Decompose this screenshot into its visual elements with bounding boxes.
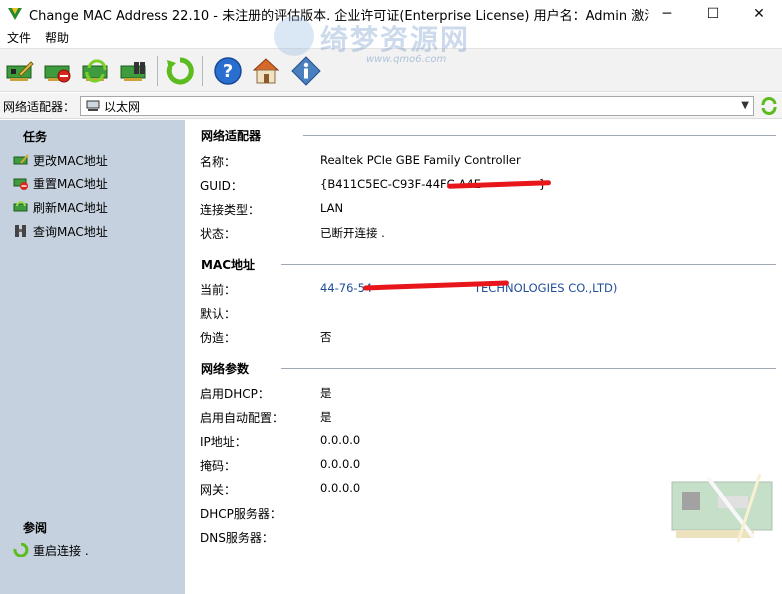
menu-help[interactable]: 帮助: [38, 28, 76, 48]
status-label: 状态：: [200, 227, 237, 241]
connection-type-label: 连接类型：: [200, 203, 261, 217]
dhcp-enabled-value: 是: [320, 386, 332, 400]
reset-mac-icon: [44, 65, 71, 83]
window-title: Change MAC Address 22.10 - 未注册的评估版本. 企业许…: [29, 8, 649, 24]
tasks-heading: 任务: [23, 130, 48, 144]
change-mac-button[interactable]: [4, 55, 36, 87]
task-change-mac-label: 更改MAC地址: [33, 153, 108, 168]
task-reset-mac[interactable]: 重置MAC地址: [13, 173, 108, 193]
query-mac-button[interactable]: [118, 55, 150, 87]
minimize-button[interactable]: ─: [644, 0, 690, 28]
info-icon: [291, 56, 321, 86]
reference-heading: 参阅: [23, 521, 48, 535]
spoofed-value: 否: [320, 330, 332, 344]
close-button[interactable]: ✕: [736, 0, 782, 28]
dhcp-server-label: DHCP服务器：: [200, 507, 282, 521]
network-card-image: [671, 473, 773, 543]
svg-text:?: ?: [223, 61, 233, 82]
home-icon: [252, 58, 280, 84]
maximize-button[interactable]: ☐: [690, 0, 736, 28]
task-query-mac-label: 查询MAC地址: [33, 224, 108, 239]
autoconfig-label: 启用自动配置：: [200, 411, 285, 425]
restart-connection-button[interactable]: [164, 55, 196, 87]
refresh-icon: [761, 97, 777, 115]
ip-address-value: 0.0.0.0: [320, 433, 361, 447]
section-divider: [281, 264, 776, 265]
section-divider: [303, 135, 776, 136]
change-mac-icon: [13, 154, 29, 165]
change-mac-icon: [6, 61, 34, 81]
help-button[interactable]: ?: [212, 55, 244, 87]
home-button[interactable]: [250, 55, 282, 87]
gateway-value: 0.0.0.0: [320, 481, 361, 495]
adapter-value: 以太网: [104, 99, 141, 114]
reset-mac-button[interactable]: [42, 55, 74, 87]
chevron-down-icon[interactable]: ▼: [741, 100, 749, 111]
reference-restart-label: 重启连接 .: [33, 543, 89, 558]
task-reset-mac-label: 重置MAC地址: [33, 176, 108, 191]
current-mac-label: 当前：: [200, 283, 237, 297]
toolbar: ?: [0, 48, 782, 92]
status-value: 已断开连接 .: [320, 226, 385, 240]
task-refresh-mac-label: 刷新MAC地址: [33, 200, 108, 215]
subnet-mask-value: 0.0.0.0: [320, 457, 361, 471]
ip-address-label: IP地址：: [200, 435, 247, 449]
binoculars-icon: [15, 225, 26, 237]
autoconfig-value: 是: [320, 410, 332, 424]
default-mac-label: 默认：: [200, 307, 237, 321]
connection-type-value: LAN: [320, 201, 344, 215]
refresh-mac-icon: [13, 201, 28, 212]
query-mac-icon: [120, 62, 146, 81]
dhcp-enabled-label: 启用DHCP：: [200, 387, 270, 401]
details-panel: 网络适配器 名称： Realtek PCIe GBE Family Contro…: [185, 120, 782, 594]
gateway-label: 网关：: [200, 483, 237, 497]
menu-bar: 文件 帮助: [0, 28, 782, 48]
subnet-mask-label: 掩码：: [200, 459, 237, 473]
task-query-mac[interactable]: 查询MAC地址: [13, 221, 108, 241]
refresh-adapters-button[interactable]: [759, 96, 779, 116]
help-icon: ?: [214, 57, 242, 85]
reference-restart-connection[interactable]: 重启连接 .: [13, 540, 89, 560]
refresh-mac-icon: [82, 59, 108, 83]
app-icon: [8, 8, 22, 20]
adapter-label: 网络适配器：: [3, 100, 76, 114]
adapter-select[interactable]: 以太网 ▼: [80, 96, 754, 116]
spoofed-label: 伪造：: [200, 331, 237, 345]
section-divider: [281, 368, 776, 369]
menu-file[interactable]: 文件: [0, 28, 38, 48]
section-adapter-title: 网络适配器: [201, 129, 262, 143]
task-change-mac[interactable]: 更改MAC地址: [13, 150, 108, 170]
task-refresh-mac[interactable]: 刷新MAC地址: [13, 197, 108, 217]
info-button[interactable]: [290, 55, 322, 87]
restart-icon: [13, 543, 29, 557]
task-panel: 任务 更改MAC地址 重置MAC地址 刷新MAC地址 查询MAC地址 参阅 重启…: [0, 120, 185, 594]
refresh-mac-button[interactable]: [80, 55, 112, 87]
section-mac-title: MAC地址: [201, 258, 256, 272]
guid-label: GUID：: [200, 179, 243, 193]
adapter-name-label: 名称：: [200, 155, 237, 169]
dns-server-label: DNS服务器：: [200, 531, 274, 545]
toolbar-separator: [157, 56, 158, 86]
toolbar-separator: [202, 56, 203, 86]
restart-icon: [166, 57, 194, 85]
adapter-row: 网络适配器： 以太网 ▼: [0, 93, 782, 119]
reset-mac-icon: [13, 178, 28, 190]
adapter-name-value: Realtek PCIe GBE Family Controller: [320, 153, 521, 167]
section-network-title: 网络参数: [201, 362, 250, 376]
network-icon: [86, 100, 100, 111]
